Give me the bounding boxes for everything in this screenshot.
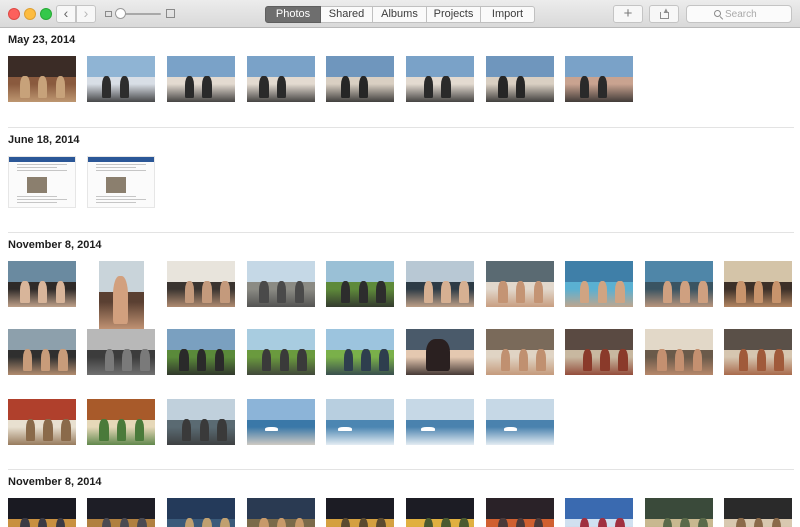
share-arrow-icon: ▲ — [662, 6, 670, 15]
photo-thumbnail[interactable] — [486, 329, 554, 375]
tab-shared[interactable]: Shared — [321, 6, 373, 23]
photo-thumbnail[interactable] — [406, 399, 474, 445]
moment-divider — [8, 232, 794, 233]
photo-thumbnail[interactable] — [406, 329, 474, 375]
photo-thumbnail[interactable] — [565, 329, 633, 375]
photo-thumbnail[interactable] — [406, 498, 474, 527]
moment-date: November 8, 2014 — [8, 239, 102, 251]
photo-thumbnail[interactable] — [326, 56, 394, 102]
photo-thumbnail[interactable] — [565, 498, 633, 527]
moment-divider — [8, 469, 794, 470]
photo-thumbnail[interactable] — [724, 329, 792, 375]
photo-thumbnail[interactable] — [8, 56, 76, 102]
photo-thumbnail[interactable] — [247, 399, 315, 445]
photo-thumbnail[interactable] — [167, 329, 235, 375]
photo-thumbnail[interactable] — [247, 56, 315, 102]
photo-thumbnail[interactable] — [326, 399, 394, 445]
search-icon — [714, 10, 724, 20]
view-tabs: Photos Shared Albums Projects Import — [265, 6, 535, 23]
photo-thumbnail[interactable] — [565, 261, 633, 307]
forward-button[interactable]: › — [76, 5, 96, 23]
photo-thumbnail[interactable] — [87, 329, 155, 375]
photo-thumbnail[interactable] — [167, 399, 235, 445]
photo-thumbnail[interactable] — [87, 498, 155, 527]
share-button[interactable]: ▲ — [649, 5, 679, 23]
photo-timeline: May 23, 2014 June 18, 2014 November 8, 2… — [0, 29, 800, 527]
photo-thumbnail[interactable] — [167, 56, 235, 102]
moment-date: June 18, 2014 — [8, 134, 80, 146]
photo-thumbnail[interactable] — [87, 56, 155, 102]
photo-thumbnail[interactable] — [326, 329, 394, 375]
zoom-window-button[interactable] — [40, 8, 52, 20]
photo-thumbnail[interactable] — [326, 261, 394, 307]
search-input[interactable] — [725, 7, 789, 21]
photo-thumbnail[interactable] — [167, 261, 235, 307]
photo-thumbnail[interactable] — [406, 261, 474, 307]
tab-photos[interactable]: Photos — [265, 6, 321, 23]
moment-divider — [8, 127, 794, 128]
photo-thumbnail[interactable] — [565, 56, 633, 102]
add-button[interactable]: + — [613, 5, 643, 23]
tab-albums[interactable]: Albums — [373, 6, 427, 23]
photo-thumbnail[interactable] — [247, 261, 315, 307]
photo-thumbnail[interactable] — [645, 498, 713, 527]
toolbar: ‹ › Photos Shared Albums Projects Import… — [0, 0, 800, 28]
photo-thumbnail[interactable]: tinhte.vn — [8, 498, 76, 527]
thumbnail-size-slider-knob[interactable] — [115, 8, 126, 19]
close-window-button[interactable] — [8, 8, 20, 20]
search-field[interactable] — [686, 5, 792, 23]
photo-thumbnail[interactable] — [645, 261, 713, 307]
photo-thumbnail[interactable] — [247, 329, 315, 375]
photo-thumbnail[interactable] — [645, 329, 713, 375]
photo-thumbnail[interactable] — [486, 56, 554, 102]
large-thumbnails-icon — [166, 9, 175, 18]
photo-thumbnail[interactable] — [8, 261, 76, 307]
scrollbar[interactable] — [796, 29, 800, 519]
photo-thumbnail[interactable] — [724, 261, 792, 307]
moment-date: November 8, 2014 — [8, 476, 102, 488]
tab-projects[interactable]: Projects — [427, 6, 481, 23]
photo-thumbnail[interactable] — [486, 498, 554, 527]
photo-thumbnail[interactable] — [167, 498, 235, 527]
photo-thumbnail[interactable] — [87, 399, 155, 445]
photo-thumbnail[interactable] — [8, 156, 76, 208]
tab-import[interactable]: Import — [481, 6, 535, 23]
photo-thumbnail[interactable] — [486, 261, 554, 307]
back-button[interactable]: ‹ — [56, 5, 76, 23]
photos-window: ‹ › Photos Shared Albums Projects Import… — [0, 0, 800, 527]
photo-thumbnail[interactable] — [8, 399, 76, 445]
photo-thumbnail[interactable] — [87, 156, 155, 208]
photo-thumbnail[interactable] — [724, 498, 792, 527]
photo-thumbnail[interactable] — [326, 498, 394, 527]
photo-thumbnail[interactable] — [486, 399, 554, 445]
photo-thumbnail[interactable] — [8, 329, 76, 375]
photo-thumbnail[interactable] — [247, 498, 315, 527]
photo-thumbnail[interactable] — [406, 56, 474, 102]
minimize-window-button[interactable] — [24, 8, 36, 20]
photo-thumbnail[interactable] — [99, 261, 144, 329]
moment-date: May 23, 2014 — [8, 34, 76, 46]
small-thumbnails-icon — [105, 11, 112, 17]
